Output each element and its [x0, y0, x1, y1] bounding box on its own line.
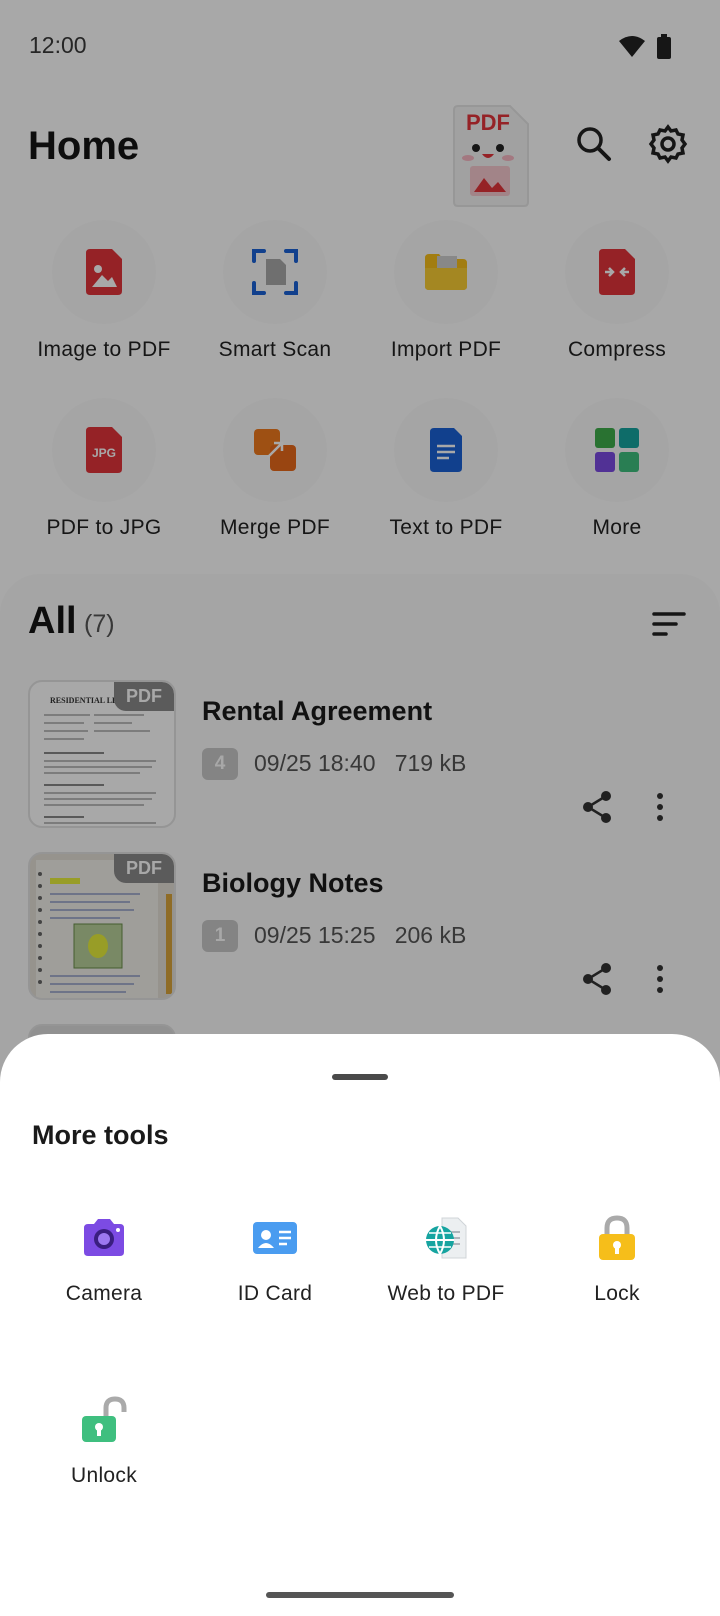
more-tool-camera[interactable]: Camera [18, 1214, 190, 1334]
more-tool-label: Lock [594, 1282, 640, 1305]
more-tool-label: Unlock [71, 1464, 137, 1487]
camera-icon [84, 1219, 124, 1256]
lock-icon [599, 1215, 635, 1260]
unlock-icon [82, 1396, 127, 1442]
more-tool-label: Camera [65, 1282, 143, 1305]
more-tool-id-card[interactable]: ID Card [189, 1214, 361, 1334]
globe-doc-icon [426, 1217, 467, 1259]
more-tool-label: ID Card [237, 1282, 313, 1305]
sheet-drag-handle[interactable] [332, 1074, 388, 1080]
more-tool-unlock[interactable]: Unlock [18, 1396, 190, 1516]
more-tool-label: Web to PDF [387, 1282, 505, 1305]
more-tools-sheet: More tools Camera ID Card Web to PDF Loc… [0, 1034, 720, 1616]
more-tool-lock[interactable]: Lock [531, 1214, 703, 1334]
more-tool-web-to-pdf[interactable]: Web to PDF [360, 1214, 532, 1334]
sheet-title: More tools [32, 1120, 169, 1150]
home-indicator[interactable] [266, 1592, 454, 1598]
id-card-icon [253, 1222, 297, 1254]
